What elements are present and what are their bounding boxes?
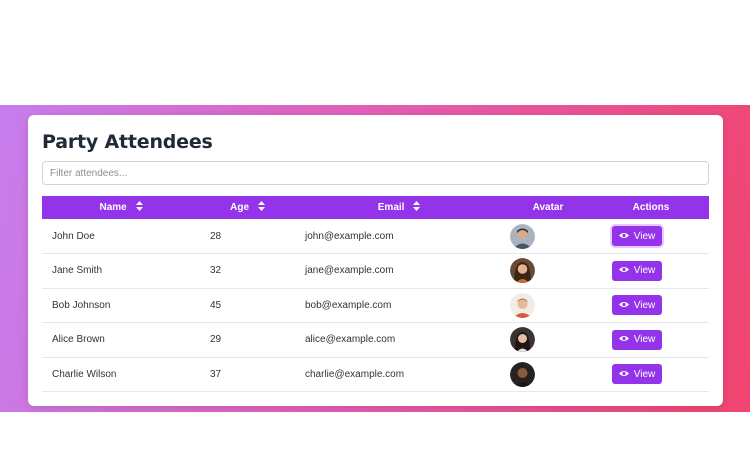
table-header-row: Name Age Email Avatar Actions bbox=[42, 196, 709, 219]
attendees-table: Name Age Email Avatar Actions John Doe 2… bbox=[42, 196, 709, 392]
column-header-label: Name bbox=[99, 202, 127, 214]
column-header-avatar: Avatar bbox=[503, 196, 593, 219]
eye-icon bbox=[618, 334, 629, 345]
cell-actions: View bbox=[593, 254, 709, 289]
avatar bbox=[510, 258, 535, 284]
cell-email: jane@example.com bbox=[305, 265, 394, 277]
cell-name: John Doe bbox=[52, 230, 95, 242]
table-row: John Doe 28 john@example.com View bbox=[42, 219, 709, 254]
attendees-card: Party Attendees Name Age Email bbox=[28, 115, 723, 406]
eye-icon bbox=[618, 369, 629, 380]
cell-age: 32 bbox=[210, 265, 222, 277]
cell-name: Charlie Wilson bbox=[52, 368, 117, 380]
sort-icon[interactable] bbox=[413, 201, 421, 214]
cell-age: 45 bbox=[210, 299, 222, 311]
cell-email: john@example.com bbox=[305, 230, 394, 242]
cell-email: charlie@example.com bbox=[305, 368, 405, 380]
column-header-email[interactable]: Email bbox=[295, 196, 503, 219]
column-header-label: Email bbox=[377, 202, 405, 214]
cell-actions: View bbox=[593, 288, 709, 323]
cell-email: alice@example.com bbox=[305, 334, 396, 346]
avatar bbox=[510, 223, 535, 249]
view-button-label: View bbox=[633, 265, 656, 277]
cell-actions: View bbox=[593, 323, 709, 358]
sort-icon[interactable] bbox=[135, 201, 143, 214]
column-header-label: Avatar bbox=[532, 202, 564, 213]
cell-age: 29 bbox=[210, 334, 222, 346]
table-row: Charlie Wilson 37 charlie@example.com Vi… bbox=[42, 357, 709, 392]
cell-actions: View bbox=[593, 219, 709, 254]
eye-icon bbox=[618, 300, 629, 311]
cell-avatar bbox=[503, 323, 593, 358]
filter-input[interactable] bbox=[42, 161, 709, 185]
view-button-label: View bbox=[633, 368, 656, 380]
avatar bbox=[510, 292, 535, 318]
column-header-actions: Actions bbox=[593, 196, 709, 219]
cell-name: Alice Brown bbox=[52, 334, 105, 346]
view-button-label: View bbox=[633, 299, 656, 311]
cell-avatar bbox=[503, 219, 593, 254]
table-row: Bob Johnson 45 bob@example.com View bbox=[42, 288, 709, 323]
page-title: Party Attendees bbox=[42, 131, 213, 153]
column-header-age[interactable]: Age bbox=[200, 196, 295, 219]
view-button[interactable]: View bbox=[612, 226, 662, 246]
cell-email: bob@example.com bbox=[305, 299, 392, 311]
eye-icon bbox=[618, 231, 629, 242]
column-header-label: Age bbox=[230, 202, 250, 214]
view-button-label: View bbox=[633, 230, 656, 242]
view-button[interactable]: View bbox=[612, 329, 662, 350]
table-row: Alice Brown 29 alice@example.com View bbox=[42, 323, 709, 358]
cell-avatar bbox=[503, 288, 593, 323]
cell-avatar bbox=[503, 357, 593, 392]
view-button[interactable]: View bbox=[612, 260, 662, 281]
view-button[interactable]: View bbox=[612, 295, 662, 316]
avatar bbox=[510, 327, 535, 353]
cell-name: Bob Johnson bbox=[52, 299, 111, 311]
eye-icon bbox=[618, 265, 629, 276]
view-button[interactable]: View bbox=[612, 364, 662, 385]
cell-avatar bbox=[503, 254, 593, 289]
sort-icon[interactable] bbox=[257, 201, 265, 214]
cell-actions: View bbox=[593, 357, 709, 392]
column-header-label: Actions bbox=[632, 202, 670, 213]
cell-age: 37 bbox=[210, 368, 222, 380]
view-button-label: View bbox=[633, 334, 656, 346]
column-header-name[interactable]: Name bbox=[42, 196, 200, 219]
cell-name: Jane Smith bbox=[52, 265, 103, 277]
cell-age: 28 bbox=[210, 230, 222, 242]
table-row: Jane Smith 32 jane@example.com View bbox=[42, 254, 709, 289]
avatar bbox=[510, 361, 535, 387]
